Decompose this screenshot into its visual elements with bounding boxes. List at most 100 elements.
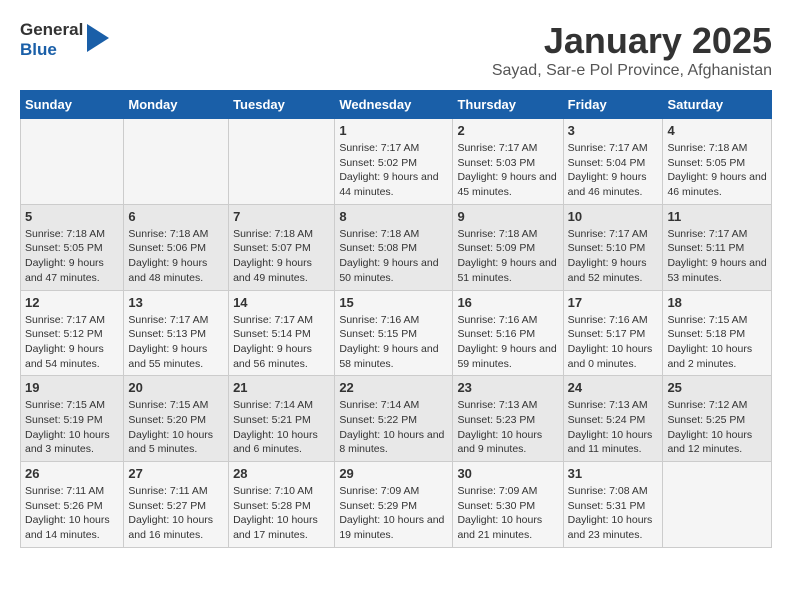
header-cell-wednesday: Wednesday	[335, 91, 453, 119]
week-row-4: 26 Sunrise: 7:11 AM Sunset: 5:26 PM Dayli…	[21, 462, 772, 548]
day-number: 10	[568, 209, 659, 224]
calendar-cell: 11 Sunrise: 7:17 AM Sunset: 5:11 PM Dayli…	[663, 204, 772, 290]
day-info: Sunrise: 7:11 AM Sunset: 5:26 PM Dayligh…	[25, 484, 119, 543]
calendar-cell: 15 Sunrise: 7:16 AM Sunset: 5:15 PM Dayli…	[335, 290, 453, 376]
calendar-cell: 24 Sunrise: 7:13 AM Sunset: 5:24 PM Dayli…	[563, 376, 663, 462]
day-number: 7	[233, 209, 330, 224]
calendar-cell: 18 Sunrise: 7:15 AM Sunset: 5:18 PM Dayli…	[663, 290, 772, 376]
day-info: Sunrise: 7:17 AM Sunset: 5:03 PM Dayligh…	[457, 141, 558, 200]
location-title: Sayad, Sar-e Pol Province, Afghanistan	[492, 62, 772, 80]
day-number: 11	[667, 209, 767, 224]
day-number: 19	[25, 380, 119, 395]
day-info: Sunrise: 7:18 AM Sunset: 5:07 PM Dayligh…	[233, 227, 330, 286]
day-number: 26	[25, 466, 119, 481]
day-number: 18	[667, 295, 767, 310]
day-info: Sunrise: 7:17 AM Sunset: 5:12 PM Dayligh…	[25, 313, 119, 372]
calendar-cell: 26 Sunrise: 7:11 AM Sunset: 5:26 PM Dayli…	[21, 462, 124, 548]
day-number: 28	[233, 466, 330, 481]
day-info: Sunrise: 7:10 AM Sunset: 5:28 PM Dayligh…	[233, 484, 330, 543]
day-number: 8	[339, 209, 448, 224]
day-number: 6	[128, 209, 224, 224]
calendar-cell: 16Sunrise: 7:16 AM Sunset: 5:16 PM Dayli…	[453, 290, 563, 376]
day-number: 9	[457, 209, 558, 224]
day-info: Sunrise: 7:15 AM Sunset: 5:18 PM Dayligh…	[667, 313, 767, 372]
day-info: Sunrise: 7:13 AM Sunset: 5:23 PM Dayligh…	[457, 398, 558, 457]
calendar-cell: 3Sunrise: 7:17 AM Sunset: 5:04 PM Daylig…	[563, 119, 663, 205]
day-info: Sunrise: 7:17 AM Sunset: 5:04 PM Dayligh…	[568, 141, 659, 200]
header-cell-friday: Friday	[563, 91, 663, 119]
header-cell-sunday: Sunday	[21, 91, 124, 119]
week-row-1: 5 Sunrise: 7:18 AM Sunset: 5:05 PM Daylig…	[21, 204, 772, 290]
day-info: Sunrise: 7:17 AM Sunset: 5:11 PM Dayligh…	[667, 227, 767, 286]
header-cell-monday: Monday	[124, 91, 229, 119]
day-info: Sunrise: 7:15 AM Sunset: 5:20 PM Dayligh…	[128, 398, 224, 457]
day-number: 1	[339, 123, 448, 138]
week-row-0: 1 Sunrise: 7:17 AM Sunset: 5:02 PM Daylig…	[21, 119, 772, 205]
day-number: 31	[568, 466, 659, 481]
day-info: Sunrise: 7:17 AM Sunset: 5:14 PM Dayligh…	[233, 313, 330, 372]
header-cell-thursday: Thursday	[453, 91, 563, 119]
day-number: 14	[233, 295, 330, 310]
calendar-cell	[21, 119, 124, 205]
calendar-cell: 10 Sunrise: 7:17 AM Sunset: 5:10 PM Dayli…	[563, 204, 663, 290]
calendar-cell: 22Sunrise: 7:14 AM Sunset: 5:22 PM Dayli…	[335, 376, 453, 462]
day-number: 2	[457, 123, 558, 138]
day-info: Sunrise: 7:12 AM Sunset: 5:25 PM Dayligh…	[667, 398, 767, 457]
day-number: 29	[339, 466, 448, 481]
day-info: Sunrise: 7:14 AM Sunset: 5:21 PM Dayligh…	[233, 398, 330, 457]
day-info: Sunrise: 7:17 AM Sunset: 5:02 PM Dayligh…	[339, 141, 448, 200]
calendar-table: SundayMondayTuesdayWednesdayThursdayFrid…	[20, 90, 772, 548]
logo-general: General	[20, 20, 83, 40]
header-cell-tuesday: Tuesday	[229, 91, 335, 119]
calendar-cell: 17Sunrise: 7:16 AM Sunset: 5:17 PM Dayli…	[563, 290, 663, 376]
day-number: 23	[457, 380, 558, 395]
day-number: 15	[339, 295, 448, 310]
day-info: Sunrise: 7:18 AM Sunset: 5:06 PM Dayligh…	[128, 227, 224, 286]
calendar-cell: 1 Sunrise: 7:17 AM Sunset: 5:02 PM Daylig…	[335, 119, 453, 205]
day-info: Sunrise: 7:11 AM Sunset: 5:27 PM Dayligh…	[128, 484, 224, 543]
calendar-cell: 21Sunrise: 7:14 AM Sunset: 5:21 PM Dayli…	[229, 376, 335, 462]
day-info: Sunrise: 7:13 AM Sunset: 5:24 PM Dayligh…	[568, 398, 659, 457]
day-number: 30	[457, 466, 558, 481]
day-info: Sunrise: 7:09 AM Sunset: 5:30 PM Dayligh…	[457, 484, 558, 543]
day-number: 20	[128, 380, 224, 395]
day-info: Sunrise: 7:18 AM Sunset: 5:08 PM Dayligh…	[339, 227, 448, 286]
calendar-cell: 31 Sunrise: 7:08 AM Sunset: 5:31 PM Dayli…	[563, 462, 663, 548]
day-number: 24	[568, 380, 659, 395]
calendar-cell: 4Sunrise: 7:18 AM Sunset: 5:05 PM Daylig…	[663, 119, 772, 205]
logo: General Blue	[20, 20, 109, 59]
week-row-3: 19Sunrise: 7:15 AM Sunset: 5:19 PM Dayli…	[21, 376, 772, 462]
day-info: Sunrise: 7:16 AM Sunset: 5:15 PM Dayligh…	[339, 313, 448, 372]
calendar-cell: 20 Sunrise: 7:15 AM Sunset: 5:20 PM Dayli…	[124, 376, 229, 462]
calendar-cell: 7 Sunrise: 7:18 AM Sunset: 5:07 PM Daylig…	[229, 204, 335, 290]
calendar-cell: 19Sunrise: 7:15 AM Sunset: 5:19 PM Dayli…	[21, 376, 124, 462]
header-row: SundayMondayTuesdayWednesdayThursdayFrid…	[21, 91, 772, 119]
calendar-cell: 30 Sunrise: 7:09 AM Sunset: 5:30 PM Dayli…	[453, 462, 563, 548]
calendar-cell: 23 Sunrise: 7:13 AM Sunset: 5:23 PM Dayli…	[453, 376, 563, 462]
day-number: 16	[457, 295, 558, 310]
day-number: 13	[128, 295, 224, 310]
calendar-cell: 6 Sunrise: 7:18 AM Sunset: 5:06 PM Daylig…	[124, 204, 229, 290]
day-info: Sunrise: 7:18 AM Sunset: 5:09 PM Dayligh…	[457, 227, 558, 286]
day-number: 22	[339, 380, 448, 395]
calendar-cell: 27 Sunrise: 7:11 AM Sunset: 5:27 PM Dayli…	[124, 462, 229, 548]
header: General Blue January 2025 Sayad, Sar-e P…	[20, 20, 772, 80]
logo-blue: Blue	[20, 40, 83, 60]
calendar-cell	[229, 119, 335, 205]
day-number: 27	[128, 466, 224, 481]
calendar-cell	[124, 119, 229, 205]
calendar-cell: 14 Sunrise: 7:17 AM Sunset: 5:14 PM Dayli…	[229, 290, 335, 376]
day-number: 5	[25, 209, 119, 224]
calendar-cell: 2 Sunrise: 7:17 AM Sunset: 5:03 PM Daylig…	[453, 119, 563, 205]
day-info: Sunrise: 7:08 AM Sunset: 5:31 PM Dayligh…	[568, 484, 659, 543]
calendar-cell: 5 Sunrise: 7:18 AM Sunset: 5:05 PM Daylig…	[21, 204, 124, 290]
calendar-cell: 9 Sunrise: 7:18 AM Sunset: 5:09 PM Daylig…	[453, 204, 563, 290]
day-number: 17	[568, 295, 659, 310]
day-info: Sunrise: 7:17 AM Sunset: 5:10 PM Dayligh…	[568, 227, 659, 286]
calendar-cell: 13Sunrise: 7:17 AM Sunset: 5:13 PM Dayli…	[124, 290, 229, 376]
day-number: 25	[667, 380, 767, 395]
logo-icon	[87, 24, 109, 52]
day-info: Sunrise: 7:18 AM Sunset: 5:05 PM Dayligh…	[25, 227, 119, 286]
title-area: January 2025 Sayad, Sar-e Pol Province, …	[492, 20, 772, 80]
calendar-cell: 28 Sunrise: 7:10 AM Sunset: 5:28 PM Dayli…	[229, 462, 335, 548]
